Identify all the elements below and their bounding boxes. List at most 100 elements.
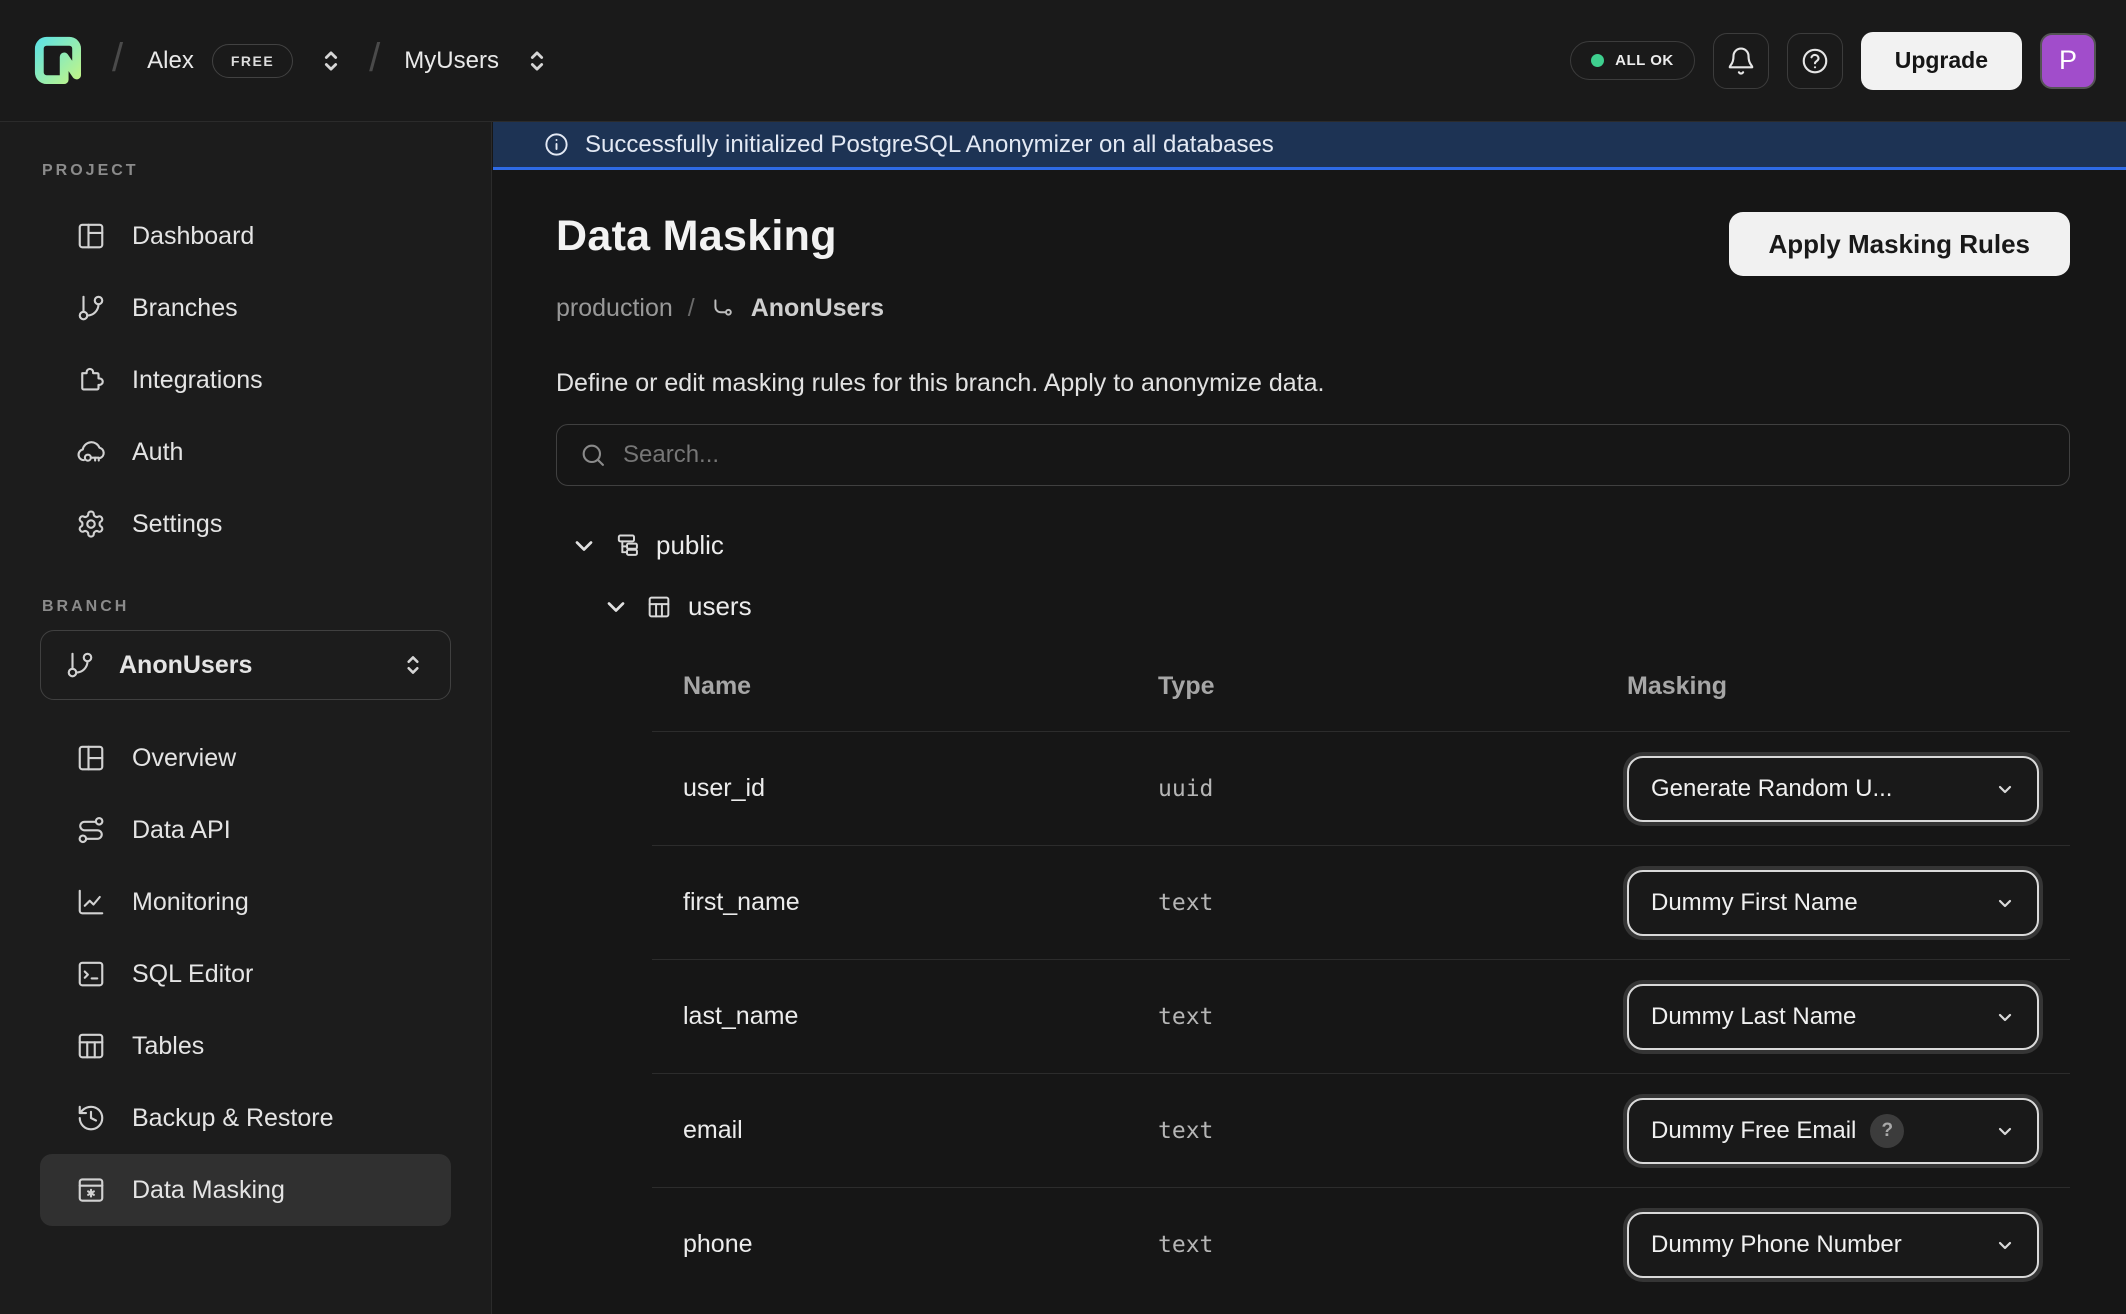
page-title: Data Masking — [556, 212, 837, 261]
status-dot-icon — [1591, 54, 1604, 67]
column-name: phone — [683, 1230, 1158, 1259]
breadcrumb-slash: / — [369, 36, 380, 81]
sidebar-item-label: Data Masking — [132, 1176, 285, 1205]
child-branch-icon — [710, 296, 736, 322]
notifications-button[interactable] — [1713, 33, 1769, 89]
sidebar-item-integrations[interactable]: Integrations — [40, 344, 451, 416]
chevron-down-icon — [1993, 891, 2017, 915]
sidebar-item-overview[interactable]: Overview — [40, 722, 451, 794]
sidebar-item-sql-editor[interactable]: SQL Editor — [40, 938, 451, 1010]
sidebar-item-label: Auth — [132, 438, 183, 467]
search-icon — [579, 441, 607, 469]
sidebar-item-label: Branches — [132, 294, 238, 323]
column-name: first_name — [683, 888, 1158, 917]
topbar: / Alex FREE / MyUsers ALL OK Upgrade P — [0, 0, 2126, 122]
column-type: text — [1158, 1232, 1627, 1258]
overview-icon — [76, 743, 106, 773]
mask-window-icon — [76, 1175, 106, 1205]
breadcrumb-parent[interactable]: production — [556, 294, 673, 323]
chevron-down-icon — [1993, 777, 2017, 801]
chevron-down-icon — [1993, 1005, 2017, 1029]
avatar[interactable]: P — [2040, 33, 2096, 89]
sidebar-item-monitoring[interactable]: Monitoring — [40, 866, 451, 938]
bell-icon — [1726, 46, 1756, 76]
chevron-down-icon — [1993, 1233, 2017, 1257]
history-icon — [76, 1103, 106, 1133]
column-type: uuid — [1158, 776, 1627, 802]
project-switcher-chevrons-icon[interactable] — [523, 47, 551, 75]
masking-rule-select[interactable]: Dummy Last Name — [1627, 984, 2039, 1050]
column-name: last_name — [683, 1002, 1158, 1031]
column-type: text — [1158, 1118, 1627, 1144]
info-icon — [543, 131, 570, 158]
search-box[interactable] — [556, 424, 2070, 486]
sidebar-item-label: Overview — [132, 744, 236, 773]
git-branch-icon — [76, 293, 106, 323]
breadcrumb: production / AnonUsers — [556, 294, 2070, 323]
help-button[interactable] — [1787, 33, 1843, 89]
schema-icon — [613, 532, 641, 560]
sidebar-item-dashboard[interactable]: Dashboard — [40, 200, 451, 272]
sidebar-item-settings[interactable]: Settings — [40, 488, 451, 560]
main-panel: Successfully initialized PostgreSQL Anon… — [493, 122, 2126, 1314]
table-row: user_id uuid Generate Random U... — [652, 731, 2070, 845]
column-name: user_id — [683, 774, 1158, 803]
masking-rule-value: Dummy Free Email — [1651, 1117, 1856, 1145]
puzzle-icon — [76, 365, 106, 395]
sidebar-item-data-api[interactable]: Data API — [40, 794, 451, 866]
sidebar-item-label: Monitoring — [132, 888, 249, 917]
tree-row-schema[interactable]: public — [556, 530, 2070, 561]
chevron-down-icon[interactable] — [602, 593, 630, 621]
breadcrumb-separator: / — [688, 294, 695, 323]
masking-rule-select[interactable]: Dummy First Name — [1627, 870, 2039, 936]
line-chart-icon — [76, 887, 106, 917]
plan-badge: FREE — [212, 44, 293, 78]
branch-selector-value: AnonUsers — [119, 651, 252, 680]
sidebar-item-tables[interactable]: Tables — [40, 1010, 451, 1082]
branch-selector[interactable]: AnonUsers — [40, 630, 451, 700]
sidebar-item-backup-restore[interactable]: Backup & Restore — [40, 1082, 451, 1154]
masking-rule-value: Dummy First Name — [1651, 889, 1858, 917]
sidebar-item-label: Dashboard — [132, 222, 254, 251]
gear-icon — [76, 509, 106, 539]
sidebar-item-branches[interactable]: Branches — [40, 272, 451, 344]
status-badge[interactable]: ALL OK — [1570, 41, 1695, 80]
sidebar-item-label: Integrations — [132, 366, 263, 395]
sidebar-section-branch: BRANCH — [42, 598, 491, 616]
upgrade-button[interactable]: Upgrade — [1861, 32, 2022, 90]
sidebar-item-label: Settings — [132, 510, 222, 539]
tree-row-table[interactable]: users — [556, 591, 2070, 622]
chevron-down-icon[interactable] — [570, 532, 598, 560]
column-header-name: Name — [683, 672, 1158, 701]
breadcrumb-current: AnonUsers — [751, 294, 884, 323]
sidebar-item-data-masking[interactable]: Data Masking — [40, 1154, 451, 1226]
column-header-type: Type — [1158, 672, 1627, 701]
sidebar-item-auth[interactable]: Auth — [40, 416, 451, 488]
org-name[interactable]: Alex — [147, 47, 194, 75]
sidebar: PROJECT Dashboard Branches Integrations … — [0, 122, 492, 1314]
route-icon — [76, 815, 106, 845]
masking-rule-value: Dummy Phone Number — [1651, 1231, 1902, 1259]
column-name: email — [683, 1116, 1158, 1145]
apply-masking-rules-button[interactable]: Apply Masking Rules — [1729, 212, 2071, 276]
masking-rule-select[interactable]: Dummy Phone Number — [1627, 1212, 2039, 1278]
help-badge[interactable]: ? — [1870, 1114, 1904, 1148]
table-icon — [76, 1031, 106, 1061]
table-row: last_name text Dummy Last Name — [652, 959, 2070, 1073]
sidebar-item-label: Tables — [132, 1032, 204, 1061]
masking-rule-select[interactable]: Generate Random U... — [1627, 756, 2039, 822]
search-input[interactable] — [623, 441, 2047, 469]
org-switcher-chevrons-icon[interactable] — [317, 47, 345, 75]
masking-rule-value: Generate Random U... — [1651, 775, 1892, 803]
cloud-key-icon — [76, 437, 106, 467]
neon-logo-icon[interactable] — [30, 32, 88, 90]
table-row: email text Dummy Free Email ? — [652, 1073, 2070, 1187]
column-type: text — [1158, 890, 1627, 916]
dashboard-icon — [76, 221, 106, 251]
project-name[interactable]: MyUsers — [404, 47, 499, 75]
schema-name: public — [656, 530, 724, 561]
masking-rule-select[interactable]: Dummy Free Email ? — [1627, 1098, 2039, 1164]
schema-tree: public users — [556, 530, 2070, 622]
column-header-masking: Masking — [1627, 672, 2070, 701]
columns-table: Name Type Masking user_id uuid Generate … — [652, 622, 2070, 1301]
